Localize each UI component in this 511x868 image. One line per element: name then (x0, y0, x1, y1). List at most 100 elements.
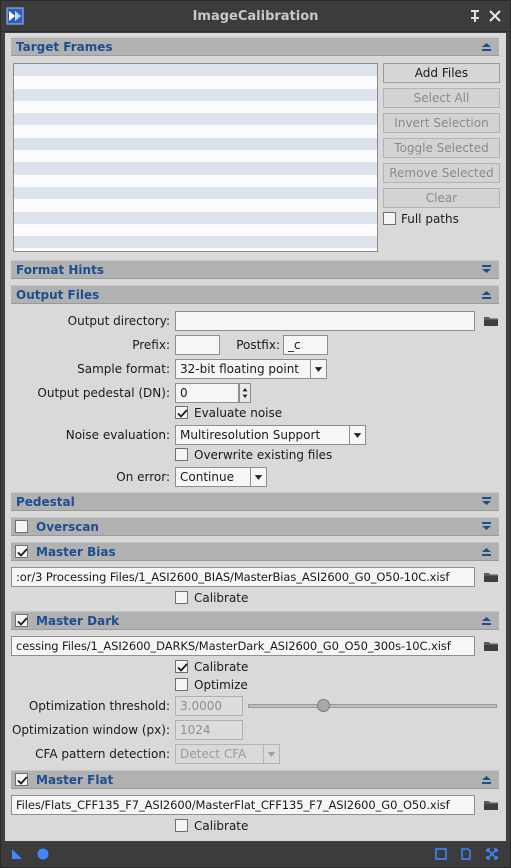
master-flat-calibrate-label: Calibrate (194, 819, 249, 833)
section-title: Target Frames (16, 40, 113, 54)
target-frames-list[interactable] (13, 63, 378, 252)
cfa-pattern-label: CFA pattern detection: (35, 747, 170, 761)
full-paths-checkbox[interactable] (383, 212, 396, 225)
full-paths-label: Full paths (401, 212, 459, 226)
optimization-window-label: Optimization window (px): (11, 723, 170, 737)
master-flat-calibrate-checkbox[interactable] (175, 819, 188, 832)
section-title: Master Bias (36, 545, 116, 559)
section-title: Master Dark (36, 614, 120, 628)
section-title: Output Files (16, 288, 100, 302)
section-output-files[interactable]: Output Files (11, 285, 499, 304)
chevron-down-icon (250, 468, 263, 486)
output-directory-label: Output directory: (67, 314, 170, 328)
invert-selection-button[interactable]: Invert Selection (383, 113, 500, 133)
optimization-threshold-slider[interactable] (248, 704, 497, 708)
cfa-pattern-value: Detect CFA (180, 747, 247, 761)
check-icon (177, 663, 188, 672)
master-flat-checkbox[interactable] (15, 773, 28, 786)
clear-button[interactable]: Clear (383, 188, 500, 208)
chevron-down-icon (263, 745, 276, 763)
optimization-threshold-label: Optimization threshold: (28, 699, 170, 713)
master-dark-checkbox[interactable] (15, 614, 28, 627)
image-calibration-window: ImageCalibration Target Frames Add Files… (0, 0, 511, 868)
section-target-frames[interactable]: Target Frames (11, 37, 499, 56)
prefix-input[interactable] (175, 335, 220, 355)
section-master-bias[interactable]: Master Bias (11, 542, 499, 561)
master-bias-checkbox[interactable] (15, 545, 28, 558)
noise-evaluation-value: Multiresolution Support (180, 428, 321, 442)
add-files-button[interactable]: Add Files (383, 63, 500, 83)
chevron-down-icon (310, 360, 323, 378)
master-flat-path-input[interactable]: Files/Flats_CFF135_F7_ASI2600/MasterFlat… (11, 795, 475, 815)
collapse-icon[interactable] (480, 773, 493, 786)
overwrite-files-checkbox[interactable] (175, 448, 188, 461)
section-format-hints[interactable]: Format Hints (11, 260, 499, 279)
optimization-threshold-input[interactable]: 3.0000 (175, 696, 243, 716)
evaluate-noise-label: Evaluate noise (194, 406, 283, 420)
on-error-label: On error: (116, 470, 170, 484)
folder-icon[interactable] (483, 569, 499, 585)
section-title: Master Flat (36, 773, 114, 787)
section-title: Overscan (36, 520, 99, 534)
master-bias-calibrate-checkbox[interactable] (175, 591, 188, 604)
sample-format-label: Sample format: (77, 362, 170, 376)
sample-format-value: 32-bit floating point (180, 362, 300, 376)
check-icon (17, 548, 28, 557)
collapse-icon[interactable] (480, 40, 493, 53)
section-title: Pedestal (16, 495, 75, 509)
on-error-select[interactable]: Continue (175, 467, 267, 487)
check-icon (17, 617, 28, 626)
expand-icon[interactable] (480, 520, 493, 533)
master-dark-calibrate-checkbox[interactable] (175, 660, 188, 673)
optimization-window-input[interactable]: 1024 (175, 720, 243, 740)
section-master-dark[interactable]: Master Dark (11, 611, 499, 630)
close-icon[interactable] (488, 8, 502, 24)
pedestal-spinner-icon[interactable] (239, 383, 251, 403)
evaluate-noise-checkbox[interactable] (175, 406, 188, 419)
window-title: ImageCalibration (192, 9, 319, 24)
collapse-icon[interactable] (480, 288, 493, 301)
noise-evaluation-label: Noise evaluation: (65, 428, 170, 442)
edit-icon[interactable] (459, 847, 473, 861)
folder-icon[interactable] (483, 797, 499, 813)
slider-handle[interactable] (316, 699, 330, 712)
select-all-button[interactable]: Select All (383, 88, 500, 108)
overwrite-files-label: Overwrite existing files (194, 448, 333, 462)
master-dark-path-input[interactable]: cessing Files/1_ASI2600_DARKS/MasterDark… (11, 636, 475, 656)
folder-icon[interactable] (483, 313, 499, 329)
section-pedestal[interactable]: Pedestal (11, 492, 499, 511)
collapse-icon[interactable] (480, 614, 493, 627)
toggle-selected-button[interactable]: Toggle Selected (383, 138, 500, 158)
pin-icon[interactable] (468, 8, 482, 24)
section-overscan[interactable]: Overscan (11, 517, 499, 536)
new-instance-icon[interactable] (10, 847, 24, 861)
on-error-value: Continue (180, 470, 234, 484)
remove-selected-button[interactable]: Remove Selected (383, 163, 500, 183)
expand-icon[interactable] (480, 263, 493, 276)
bottom-toolbar (1, 842, 510, 867)
output-directory-input[interactable] (175, 311, 475, 331)
browse-docs-icon[interactable] (434, 847, 448, 861)
master-bias-path-input[interactable]: :or/3 Processing Files/1_ASI2600_BIAS/Ma… (11, 567, 475, 587)
output-pedestal-input[interactable]: 0 (175, 383, 239, 403)
prefix-label: Prefix: (132, 338, 170, 352)
process-panel: Target Frames Add Files Select All Inver… (5, 33, 506, 841)
folder-icon[interactable] (483, 638, 499, 654)
cfa-pattern-select[interactable]: Detect CFA (175, 744, 280, 764)
title-bar[interactable]: ImageCalibration (1, 1, 510, 32)
postfix-input[interactable]: _c (283, 335, 328, 355)
postfix-label: Postfix: (236, 338, 280, 352)
apply-global-icon[interactable] (36, 847, 50, 861)
sample-format-select[interactable]: 32-bit floating point (175, 359, 327, 379)
master-dark-optimize-checkbox[interactable] (175, 678, 188, 691)
expand-icon[interactable] (480, 495, 493, 508)
master-dark-calibrate-label: Calibrate (194, 660, 249, 674)
check-icon (177, 409, 188, 418)
noise-evaluation-select[interactable]: Multiresolution Support (175, 425, 366, 445)
collapse-icon[interactable] (480, 545, 493, 558)
section-master-flat[interactable]: Master Flat (11, 770, 499, 789)
master-dark-optimize-label: Optimize (194, 678, 248, 692)
reset-icon[interactable] (485, 847, 499, 861)
overscan-checkbox[interactable] (15, 520, 28, 533)
section-title: Format Hints (16, 263, 104, 277)
